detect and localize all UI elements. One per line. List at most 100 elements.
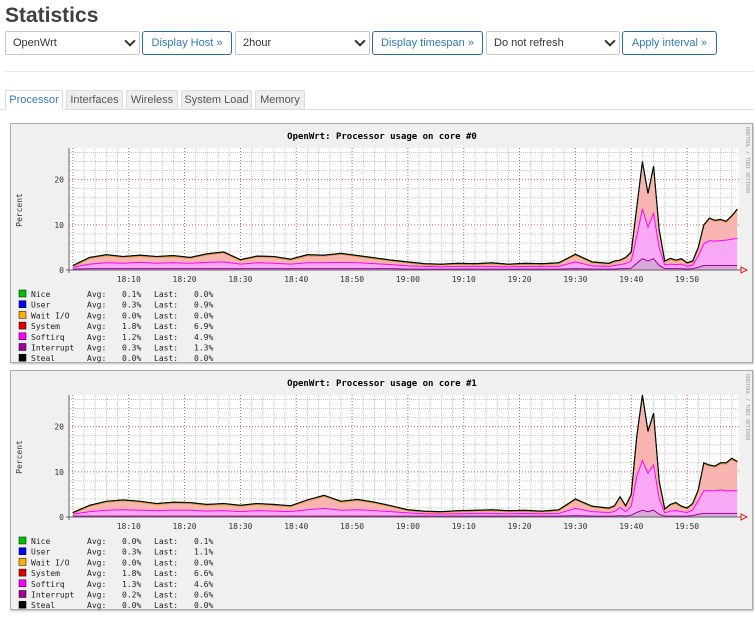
legend-swatch — [18, 590, 27, 598]
legend-label: System — [31, 569, 60, 578]
tab-interfaces[interactable]: Interfaces — [66, 90, 123, 109]
legend-row-nice: Nice Avg: 0.1% Last: 0.0% — [18, 289, 213, 299]
legend-row-system: System Avg: 1.8% Last: 6.9% — [18, 321, 213, 331]
legend-last-label: Last: — [154, 322, 178, 331]
chart-title: OpenWrt: Processor usage on core #1 — [287, 379, 477, 389]
chart-core-0: 0 10 20 18:10 18:20 18:30 18:40 18:50 19:00 19:10… — [15, 127, 750, 363]
legend-last-label: Last: — [154, 537, 178, 546]
divider — [5, 71, 754, 72]
host-select[interactable]: OpenWrt — [5, 31, 140, 55]
legend-row-user: User Avg: 0.3% Last: 1.1% — [18, 547, 213, 557]
x-tick-label: 18:30 — [228, 275, 252, 284]
legend-swatch — [18, 289, 27, 298]
legend-last-value: 1.1% — [194, 548, 213, 557]
refresh-select-value: Do not refresh — [494, 37, 564, 49]
legend-last-label: Last: — [154, 301, 178, 310]
chart-core-1: 0 10 20 18:10 18:20 18:30 18:40 18:50 19:00 19:10… — [15, 374, 750, 610]
y-tick-label: 20 — [54, 176, 64, 185]
y-tick-label: 10 — [54, 468, 64, 477]
x-tick-label: 19:50 — [675, 275, 699, 284]
legend-row-softirq: Softirq Avg: 1.2% Last: 4.9% — [18, 332, 213, 342]
tab-bar-border — [0, 109, 754, 110]
display-timespan-button[interactable]: Display timespan » — [372, 31, 483, 55]
legend-avg-label: Avg: — [87, 569, 106, 578]
tab-wireless[interactable]: Wireless — [126, 90, 178, 109]
legend-avg-value: 0.3% — [122, 548, 141, 557]
watermark: RRDTOOL / TOBI OETIKER — [744, 127, 750, 194]
legend-row-steal: Steal Avg: 0.0% Last: 0.0% — [18, 353, 213, 363]
x-tick-label: 18:20 — [173, 275, 197, 284]
x-tick-label: 18:10 — [117, 275, 141, 284]
y-tick-label: 10 — [54, 221, 64, 230]
legend-avg-label: Avg: — [87, 537, 106, 546]
legend-row-wait-i-o: Wait I/O Avg: 0.0% Last: 0.0% — [18, 558, 213, 567]
legend: Nice Avg: 0.0% Last: 0.1% User Avg: 0.3% Last: 1.… — [18, 536, 213, 610]
tab-processor[interactable]: Processor — [5, 90, 63, 110]
legend-label: Steal — [31, 601, 55, 610]
legend-last-label: Last: — [154, 548, 178, 557]
legend-avg-value: 1.8% — [122, 569, 141, 578]
host-select-value: OpenWrt — [13, 37, 57, 49]
y-tick-label: 20 — [54, 423, 64, 432]
legend-label: Steal — [31, 354, 55, 363]
apply-interval-button[interactable]: Apply interval » — [622, 31, 717, 55]
legend-last-value: 6.9% — [194, 322, 213, 331]
x-tick-label: 18:50 — [340, 275, 364, 284]
legend-avg-value: 1.2% — [122, 333, 141, 342]
legend-last-value: 0.0% — [194, 290, 213, 299]
legend-swatch — [18, 536, 27, 545]
legend-avg-label: Avg: — [87, 548, 106, 557]
x-tick-label: 18:50 — [340, 522, 364, 531]
legend-avg-label: Avg: — [87, 322, 106, 331]
timespan-select[interactable]: 2hour — [235, 31, 370, 55]
legend-label: Interrupt — [31, 591, 75, 600]
graph-core-0: 0 10 20 18:10 18:20 18:30 18:40 18:50 19:00 19:10… — [10, 123, 753, 363]
legend-row-user: User Avg: 0.3% Last: 0.9% — [18, 300, 213, 310]
chart-title: OpenWrt: Processor usage on core #0 — [287, 132, 477, 142]
legend-avg-value: 0.1% — [122, 290, 141, 299]
graph-core-1: 0 10 20 18:10 18:20 18:30 18:40 18:50 19:00 19:10… — [10, 370, 753, 610]
legend-swatch — [18, 321, 27, 330]
refresh-select[interactable]: Do not refresh — [486, 31, 620, 55]
legend-avg-label: Avg: — [87, 311, 106, 320]
legend-avg-label: Avg: — [87, 591, 106, 600]
legend-last-label: Last: — [154, 290, 178, 299]
legend-label: Softirq — [31, 333, 65, 342]
x-tick-label: 19:20 — [508, 275, 532, 284]
legend-avg-value: 0.2% — [122, 591, 141, 600]
x-tick-label: 19:10 — [452, 275, 476, 284]
legend-last-value: 0.0% — [194, 558, 213, 567]
tab-memory[interactable]: Memory — [255, 90, 305, 109]
legend-label: Wait I/O — [31, 558, 70, 567]
legend-swatch — [18, 558, 27, 566]
legend-row-nice: Nice Avg: 0.0% Last: 0.1% — [18, 536, 213, 546]
x-tick-label: 18:20 — [173, 522, 197, 531]
legend-swatch — [18, 343, 27, 351]
x-axis-arrow-icon — [740, 513, 749, 521]
legend-avg-label: Avg: — [87, 290, 106, 299]
legend-avg-value: 0.0% — [122, 558, 141, 567]
legend-label: Wait I/O — [31, 311, 70, 320]
x-tick-label: 19:40 — [619, 275, 643, 284]
legend-row-softirq: Softirq Avg: 1.3% Last: 4.6% — [18, 579, 213, 589]
legend-avg-label: Avg: — [87, 333, 106, 342]
legend-last-value: 0.0% — [194, 601, 213, 610]
x-tick-label: 19:00 — [396, 275, 420, 284]
chevron-down-icon — [354, 35, 366, 47]
legend-last-value: 4.6% — [194, 580, 213, 589]
tab-system-load[interactable]: System Load — [181, 90, 252, 109]
legend-label: Interrupt — [31, 344, 75, 353]
display-host-button[interactable]: Display Host » — [142, 31, 232, 55]
legend-swatch — [18, 600, 27, 609]
page-title: Statistics — [5, 4, 99, 27]
legend-avg-label: Avg: — [87, 354, 106, 363]
legend-last-value: 4.9% — [194, 333, 213, 342]
x-tick-label: 18:10 — [117, 522, 141, 531]
legend-row-system: System Avg: 1.8% Last: 6.6% — [18, 568, 213, 578]
legend-last-label: Last: — [154, 311, 178, 320]
legend-swatch — [18, 311, 27, 319]
legend-last-value: 0.1% — [194, 537, 213, 546]
legend-avg-value: 0.0% — [122, 354, 141, 363]
legend-swatch — [18, 332, 27, 341]
x-tick-label: 19:20 — [508, 522, 532, 531]
